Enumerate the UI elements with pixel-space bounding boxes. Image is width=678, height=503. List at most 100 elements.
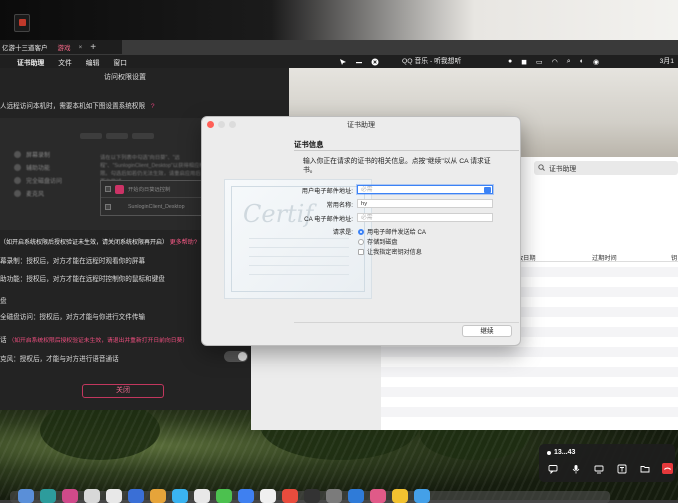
menu-file[interactable]: 文件 [51, 57, 79, 67]
mic-icon[interactable] [570, 463, 581, 474]
screen-icon[interactable] [593, 463, 604, 474]
tab-game[interactable]: 游戏 [54, 42, 75, 52]
radio-selected[interactable] [358, 228, 364, 235]
col-expires[interactable]: 过期时间 [592, 253, 617, 262]
wifi-icon[interactable]: ◠ [552, 58, 558, 66]
close-tab-icon[interactable]: × [75, 44, 87, 51]
disk-section-label: 盘 [0, 298, 7, 305]
mock-tabs [80, 133, 154, 139]
table-row[interactable] [381, 367, 678, 377]
app-icon[interactable] [84, 489, 100, 503]
app-icon[interactable] [392, 489, 408, 503]
voice-section-label: 话 （如开启系统权限后授权验证未生效，请退出并重新打开日前向日葵） [0, 337, 189, 344]
common-name-label: 常用名称: [326, 202, 353, 209]
new-tab-button[interactable]: + [86, 42, 100, 53]
text-icon[interactable] [616, 463, 627, 474]
table-row[interactable] [381, 357, 678, 367]
keyboard-icon[interactable]: ▭ [536, 58, 543, 66]
tab-customer[interactable]: 亿游十三道客户 [0, 42, 54, 52]
radio-unselected[interactable] [358, 238, 364, 245]
autofill-dropdown-icon[interactable] [484, 187, 491, 193]
chat-icon[interactable] [547, 463, 558, 474]
app-icon[interactable] [260, 489, 276, 503]
divider [294, 150, 519, 151]
search-field[interactable]: 证书助理 [534, 161, 678, 175]
app-icon[interactable] [40, 489, 56, 503]
dialog-title: 证书助理 [347, 122, 375, 129]
search-icon [538, 163, 545, 173]
remote-call-panel: 13...43 [539, 444, 675, 482]
col-keychain[interactable]: 钥 [671, 253, 677, 262]
screen-recording-row: 幕录制：授权后，对方才能在远程时观看你的屏幕 [0, 258, 146, 265]
table-row[interactable] [381, 347, 678, 357]
description-text: 人远程访问本机时，需要本机如下图设置系统权限 [0, 103, 146, 110]
ca-email-label: CA 电子邮件地址: [304, 216, 353, 223]
app-icon[interactable] [238, 489, 254, 503]
continue-button[interactable]: 继续 [462, 325, 512, 337]
app-icon[interactable] [414, 489, 430, 503]
table-row[interactable] [381, 387, 678, 397]
option-key-pair[interactable]: 让我指定密钥对信息 [358, 247, 422, 256]
call-title: 13...43 [547, 449, 575, 456]
mock-app-list: 开始向日葵远控制 SunloginClient_Desktop [100, 180, 210, 216]
app-icon[interactable] [326, 489, 342, 503]
option-save-disk[interactable]: 存储到磁盘 [358, 237, 397, 246]
accessibility-row: 助功能：授权后，对方才能在远程时控制你的鼠标和键盘 [0, 276, 165, 283]
calendar-icon[interactable] [106, 489, 122, 503]
menu-window[interactable]: 窗口 [106, 57, 134, 67]
status-icons: ● ◼ ▭ ◠ ⌕ ◐ ◉ [508, 55, 599, 68]
mock-sidebar: 屏幕录制 辅助功能 完全磁盘访问 麦克风 [14, 148, 84, 223]
help-icon[interactable]: ? [151, 103, 155, 110]
app-icon[interactable] [370, 489, 386, 503]
full-disk-row: 全磁盘访问：授权后，对方才能与你进行文件传输 [0, 314, 146, 321]
now-playing-text[interactable]: QQ 音乐 - 听我想听 [402, 55, 461, 68]
certificate-assistant-dialog: 证书助理 Certif 证书信息 输入你正在请求的证书的相关信息。点按"继续"以… [201, 116, 521, 346]
user-email-field[interactable]: 必需 [357, 185, 493, 194]
more-help-link[interactable]: 更多帮助? [170, 240, 197, 246]
search-value: 证书助理 [549, 166, 577, 173]
option-email-ca[interactable]: 用电子邮件发送给 CA [358, 227, 426, 236]
app-icon[interactable] [62, 489, 78, 503]
close-circle-icon[interactable] [370, 57, 380, 66]
common-name-field[interactable]: hy [357, 199, 493, 208]
app-icon[interactable] [282, 489, 298, 503]
app-thumbnail-icon[interactable] [14, 14, 30, 32]
status-dot-icon [547, 450, 551, 455]
menu-edit[interactable]: 编辑 [79, 57, 107, 67]
app-icon[interactable] [348, 489, 364, 503]
dialog-titlebar[interactable]: 证书助理 [202, 117, 520, 131]
certificate-illustration: Certif [224, 179, 372, 299]
menu-app-name[interactable]: 证书助理 [10, 57, 51, 67]
user-icon[interactable]: ● [508, 58, 512, 65]
finder-icon[interactable] [18, 489, 34, 503]
menubar: 证书助理 文件 编辑 窗口 QQ 音乐 - 听我想听 ● ◼ ▭ ◠ ⌕ ◐ ◉… [0, 55, 678, 68]
table-row[interactable] [381, 397, 678, 407]
table-row[interactable] [381, 407, 678, 417]
app-icon[interactable] [128, 489, 144, 503]
table-row[interactable] [381, 377, 678, 387]
instruction-text: 输入你正在请求的证书的相关信息。点按"继续"以从 CA 请求证书。 [303, 158, 491, 174]
wechat-icon[interactable] [216, 489, 232, 503]
app-icon[interactable] [304, 489, 320, 503]
pointer-icon[interactable] [338, 57, 348, 66]
microphone-toggle[interactable] [224, 351, 248, 362]
close-button[interactable]: 关闭 [82, 384, 164, 398]
browser-tab-strip: 亿游十三道客户 游戏 × + [0, 40, 122, 54]
search-icon[interactable]: ⌕ [567, 58, 571, 66]
control-center-icon[interactable]: ◐ [580, 58, 584, 65]
siri-icon[interactable]: ◉ [593, 58, 599, 66]
minimize-icon[interactable] [354, 57, 364, 66]
dock [10, 489, 610, 503]
remote-controls [338, 55, 380, 68]
checkbox[interactable] [358, 248, 364, 255]
app-icon[interactable] [194, 489, 210, 503]
hangup-icon[interactable] [662, 463, 673, 474]
call-panel-icons [547, 463, 673, 474]
menubar-clock[interactable]: 3月1 [660, 55, 674, 68]
desktop-wallpaper-top [0, 0, 678, 40]
ca-email-field[interactable]: 必需 [357, 213, 493, 222]
app-icon[interactable] [172, 489, 188, 503]
camera-icon[interactable]: ◼ [521, 58, 527, 66]
app-icon[interactable] [150, 489, 166, 503]
folder-icon[interactable] [639, 463, 650, 474]
